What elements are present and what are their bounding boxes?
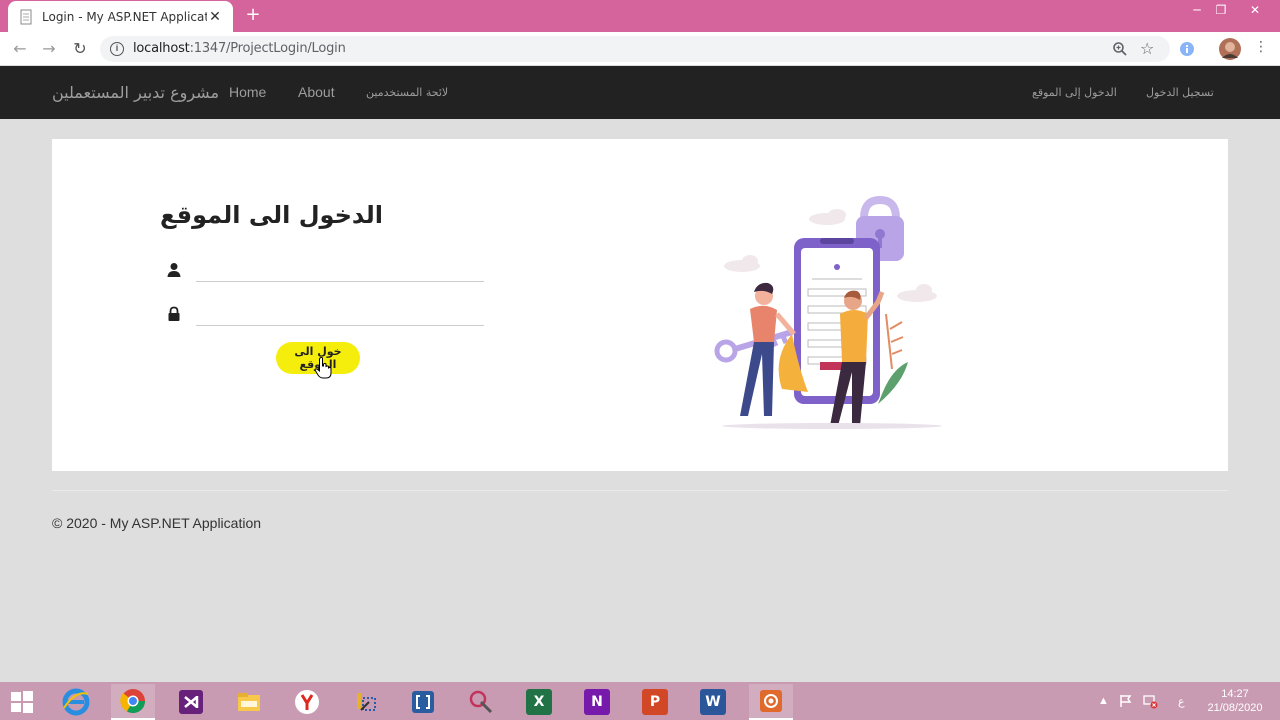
menu-dots-icon[interactable]: ⋮ [1254, 39, 1268, 55]
url-host: localhost [133, 41, 190, 56]
site-brand[interactable]: مشروع تدبير المستعملين [52, 83, 219, 102]
action-flag-icon[interactable] [1119, 694, 1133, 708]
clock-date: 21/08/2020 [1207, 702, 1263, 714]
windows-start-icon[interactable] [0, 684, 44, 720]
lock-icon [168, 306, 180, 321]
onenote-icon[interactable]: N [575, 684, 619, 720]
tray-chevron-icon[interactable]: ▲ [1098, 682, 1109, 720]
internet-explorer-icon[interactable] [54, 684, 98, 720]
browser-tab[interactable]: Login - My ASP.NET Application ✕ [8, 1, 233, 32]
reload-icon[interactable]: ↻ [69, 38, 91, 60]
taskbar-clock[interactable]: 14:27 21/08/2020 [1200, 687, 1270, 715]
chrome-icon[interactable] [111, 684, 155, 720]
profile-avatar[interactable] [1219, 38, 1241, 60]
excel-icon[interactable]: X [517, 684, 561, 720]
page-icon [20, 9, 32, 24]
url-text[interactable]: localhost:1347/ProjectLogin/Login [133, 41, 346, 56]
password-field [166, 304, 486, 326]
address-bar[interactable]: i localhost:1347/ProjectLogin/Login ☆ [100, 36, 1170, 62]
close-tab-icon[interactable]: ✕ [207, 9, 223, 25]
bookmark-star-icon[interactable]: ☆ [1140, 39, 1154, 58]
close-window-button[interactable]: ✕ [1240, 0, 1270, 22]
username-field [166, 260, 486, 282]
word-icon[interactable]: W [691, 684, 735, 720]
nav-link-users-list[interactable]: لائحة المستخدمين [366, 86, 448, 99]
network-offline-icon[interactable] [1142, 693, 1158, 709]
nav-link-home[interactable]: Home [229, 84, 266, 100]
user-icon [167, 263, 181, 277]
browser-toolbar: ← → ↻ i localhost:1347/ProjectLogin/Logi… [0, 32, 1280, 66]
nav-link-login[interactable]: الدخول إلى الموقع [1032, 86, 1117, 99]
info-icon[interactable]: i [110, 42, 124, 56]
footer-divider [52, 490, 1228, 491]
login-title: الدخول الى الموقع [160, 201, 383, 229]
ground-shadow [722, 423, 942, 429]
url-path: :1347/ProjectLogin/Login [189, 41, 346, 56]
snipping-icon[interactable] [459, 684, 503, 720]
visual-studio-icon[interactable] [169, 684, 213, 720]
recorder-icon[interactable] [749, 684, 793, 720]
powerpoint-icon[interactable]: P [633, 684, 677, 720]
extension-icon[interactable] [1179, 41, 1195, 57]
windows-taskbar: X N P W ▲ ع 14:27 21/08/2020 [0, 682, 1280, 720]
clock-time: 14:27 [1221, 688, 1249, 700]
password-input[interactable] [196, 304, 484, 326]
windows-logo-icon [11, 691, 33, 713]
nav-link-register[interactable]: تسجيل الدخول [1146, 86, 1214, 99]
plant-shape [878, 313, 908, 404]
file-explorer-icon[interactable] [227, 684, 271, 720]
forward-arrow-icon[interactable]: → [38, 38, 60, 60]
yandex-icon[interactable] [285, 684, 329, 720]
browser-tabstrip: Login - My ASP.NET Application ✕ + ─ ❐ ✕ [0, 0, 1280, 32]
footer-copyright: © 2020 - My ASP.NET Application [52, 515, 262, 531]
hand-cursor-icon [314, 357, 332, 379]
login-card: الدخول الى الموقع خول الى الموقع [52, 139, 1228, 471]
tab-title: Login - My ASP.NET Application [42, 9, 207, 24]
onenote-glyph: N [584, 689, 610, 715]
zoom-icon[interactable] [1112, 41, 1128, 57]
new-tab-button[interactable]: + [243, 5, 263, 25]
back-arrow-icon[interactable]: ← [9, 38, 31, 60]
language-indicator[interactable]: ع [1178, 682, 1185, 720]
brackets-icon[interactable] [401, 684, 445, 720]
login-illustration [714, 195, 942, 429]
word-glyph: W [700, 689, 726, 715]
tools-icon[interactable] [343, 684, 387, 720]
nav-link-about[interactable]: About [298, 84, 335, 100]
excel-glyph: X [526, 689, 552, 715]
powerpoint-glyph: P [642, 689, 668, 715]
restore-button[interactable]: ❐ [1206, 0, 1236, 22]
username-input[interactable] [196, 260, 484, 282]
site-navbar: مشروع تدبير المستعملين Home About لائحة … [0, 66, 1280, 119]
